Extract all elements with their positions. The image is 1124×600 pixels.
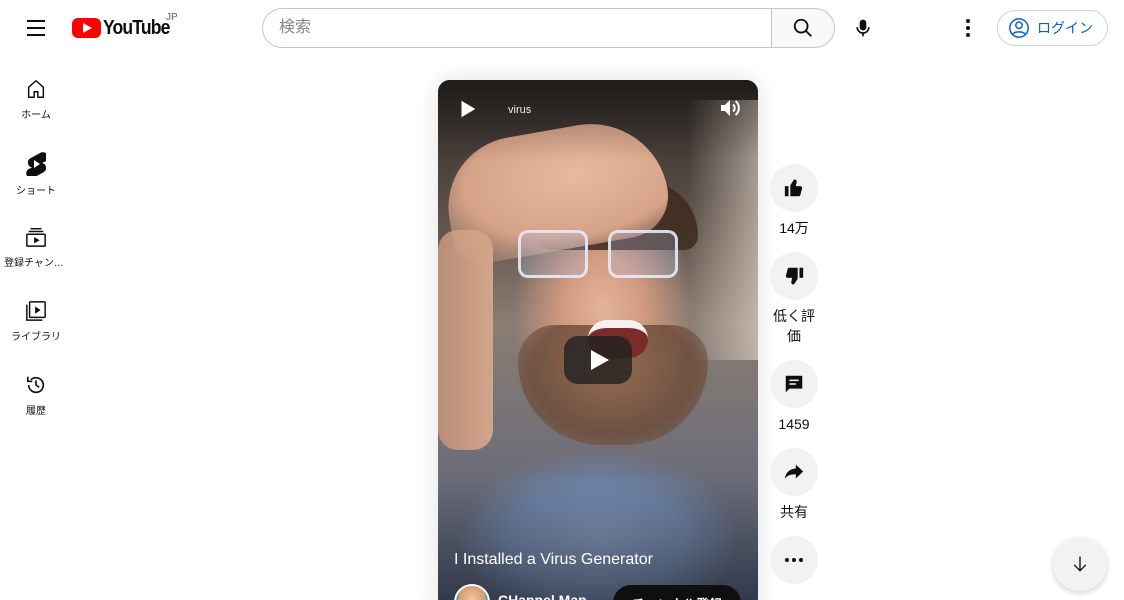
- logo-text: YouTube: [103, 16, 170, 39]
- thumbs-down-icon: [785, 267, 804, 285]
- dislike-button[interactable]: [770, 252, 818, 300]
- search-icon: [793, 18, 812, 37]
- comments-button[interactable]: [770, 360, 818, 408]
- comment-action: 1459: [769, 360, 819, 434]
- library-icon: [26, 301, 46, 321]
- share-icon: [784, 464, 804, 479]
- sidebar-item-label: ライブラリ: [11, 332, 61, 343]
- search-input[interactable]: [262, 8, 772, 48]
- masthead: YouTube JP ログイン: [0, 0, 1124, 56]
- center-play-button[interactable]: [564, 336, 632, 384]
- next-video-button[interactable]: [1053, 537, 1107, 591]
- login-label: ログイン: [1037, 20, 1093, 36]
- share-button[interactable]: [770, 448, 818, 496]
- account-icon: [1009, 18, 1029, 38]
- more-vert-icon: [966, 19, 970, 37]
- microphone-icon: [856, 19, 870, 37]
- search-button[interactable]: [771, 8, 835, 48]
- region-code: JP: [166, 12, 178, 23]
- settings-more-button[interactable]: [948, 8, 988, 48]
- comment-icon: [785, 375, 803, 393]
- arrow-down-icon: [1073, 556, 1087, 572]
- sidebar-item-label: ホーム: [21, 110, 51, 121]
- subscribe-button[interactable]: チャンネル登録: [613, 585, 741, 600]
- sidebar-item-subscriptions[interactable]: 登録チャンネル: [0, 204, 72, 278]
- like-button[interactable]: [770, 164, 818, 212]
- more-horiz-icon: [785, 558, 803, 562]
- shorts-player[interactable]: virus I Installed a Virus Generator CHan…: [438, 80, 758, 600]
- sidebar-item-label: ショート: [16, 186, 56, 197]
- video-overlay-label: virus: [508, 104, 532, 116]
- history-icon: [26, 376, 45, 394]
- home-icon: [27, 80, 45, 98]
- share-action: 共有: [769, 448, 819, 522]
- channel-name[interactable]: CHannel Man: [498, 592, 587, 600]
- sidebar-item-label: 履歴: [26, 406, 46, 417]
- like-action: 14万: [769, 164, 819, 238]
- guide-sidebar: ホーム ショート 登録チャンネル ライブラリ 履歴: [0, 56, 72, 426]
- thumbs-up-icon: [784, 179, 803, 197]
- comment-count: 1459: [778, 416, 810, 432]
- play-icon[interactable]: [456, 98, 478, 120]
- youtube-logo-icon: [72, 18, 101, 38]
- dislike-action: 低く評価: [769, 252, 819, 346]
- share-label: 共有: [780, 504, 808, 520]
- subscriptions-icon: [26, 228, 46, 247]
- more-action: [769, 536, 819, 584]
- video-title[interactable]: I Installed a Virus Generator: [454, 551, 653, 569]
- dislike-label: 低く評価: [773, 308, 815, 344]
- sidebar-item-library[interactable]: ライブラリ: [0, 278, 72, 352]
- menu-icon[interactable]: [16, 8, 56, 48]
- volume-icon[interactable]: [718, 96, 742, 120]
- sidebar-item-home[interactable]: ホーム: [0, 56, 72, 130]
- more-actions-button[interactable]: [770, 536, 818, 584]
- sidebar-item-label: 登録チャンネル: [4, 258, 68, 269]
- like-count: 14万: [779, 220, 809, 236]
- login-button[interactable]: ログイン: [997, 10, 1108, 46]
- voice-search-button[interactable]: [843, 8, 883, 48]
- youtube-logo[interactable]: YouTube: [72, 15, 179, 41]
- sidebar-item-shorts[interactable]: ショート: [0, 130, 72, 204]
- shorts-icon: [26, 152, 46, 176]
- sidebar-item-history[interactable]: 履歴: [0, 352, 72, 426]
